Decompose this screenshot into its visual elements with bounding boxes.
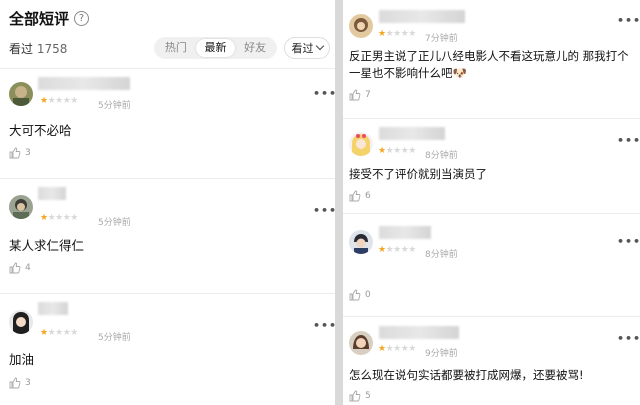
comment-time: 8分钟前 bbox=[425, 250, 458, 260]
comments-header: 全部短评 ? bbox=[9, 8, 90, 29]
rating-stars: ★★★★★ bbox=[40, 213, 78, 223]
thumbs-up-icon bbox=[349, 390, 361, 402]
comment-time: 7分钟前 bbox=[425, 34, 458, 44]
sort-tabs: 热门 最新 好友 bbox=[154, 37, 277, 59]
like-count: 6 bbox=[365, 191, 371, 201]
thumbs-up-icon bbox=[9, 262, 21, 274]
rating-stars: ★★★★★ bbox=[378, 146, 416, 156]
comment-item: ★★★★★ 5分钟前 ••• 加油 3 bbox=[0, 293, 335, 405]
comment-text: 加油 bbox=[9, 352, 35, 367]
comment-time: 8分钟前 bbox=[425, 151, 458, 161]
avatar[interactable] bbox=[9, 310, 33, 334]
like-count: 3 bbox=[25, 148, 31, 158]
username-redacted[interactable] bbox=[379, 10, 465, 23]
avatar[interactable] bbox=[9, 82, 33, 106]
rating-stars: ★★★★★ bbox=[378, 344, 416, 354]
avatar[interactable] bbox=[349, 230, 373, 254]
avatar[interactable] bbox=[349, 331, 373, 355]
comment-item: ★★★★★ 7分钟前 ••• 反正男主说了正儿八经电影人不看这玩意儿的 那我打个… bbox=[343, 0, 640, 118]
rating-stars: ★★★★★ bbox=[378, 29, 416, 39]
username-redacted[interactable] bbox=[379, 326, 459, 339]
like-button[interactable]: 5 bbox=[349, 390, 371, 402]
more-dots-icon[interactable]: ••• bbox=[617, 134, 640, 147]
tab-hot[interactable]: 热门 bbox=[156, 39, 196, 57]
rating-stars: ★★★★★ bbox=[40, 96, 78, 106]
username-redacted[interactable] bbox=[38, 302, 68, 315]
username-redacted[interactable] bbox=[379, 127, 445, 140]
like-count: 0 bbox=[365, 290, 371, 300]
more-dots-icon[interactable]: ••• bbox=[617, 14, 640, 27]
username-redacted[interactable] bbox=[38, 187, 66, 200]
comment-item: ★★★★★ 9分钟前 ••• 怎么现在说句实话都要被打成网爆，还要被骂! 5 bbox=[343, 316, 640, 405]
like-button[interactable]: 4 bbox=[9, 262, 31, 274]
thumbs-up-icon bbox=[9, 147, 21, 159]
comment-text: 大可不必哈 bbox=[9, 123, 72, 138]
comment-time: 5分钟前 bbox=[98, 218, 131, 228]
more-dots-icon[interactable]: ••• bbox=[617, 235, 640, 248]
like-button[interactable]: 3 bbox=[9, 147, 31, 159]
thumbs-up-icon bbox=[349, 89, 361, 101]
comment-item: ★★★★★ 5分钟前 ••• 大可不必哈 3 bbox=[0, 68, 335, 178]
tab-latest[interactable]: 最新 bbox=[195, 39, 236, 57]
username-redacted[interactable] bbox=[38, 77, 130, 90]
avatar[interactable] bbox=[349, 14, 373, 38]
avatar[interactable] bbox=[9, 195, 33, 219]
left-panel: 全部短评 ? 看过 1758 热门 最新 好友 看过 ★★★★★ 5分钟前 ••… bbox=[0, 0, 335, 405]
comment-text: 反正男主说了正儿八经电影人不看这玩意儿的 那我打个 bbox=[349, 49, 629, 63]
right-panel: ★★★★★ 7分钟前 ••• 反正男主说了正儿八经电影人不看这玩意儿的 那我打个… bbox=[343, 0, 640, 405]
comment-item: ★★★★★ 8分钟前 ••• 0 bbox=[343, 213, 640, 316]
tab-friends[interactable]: 好友 bbox=[235, 39, 275, 57]
comment-item: ★★★★★ 5分钟前 ••• 某人求仁得仁 4 bbox=[0, 178, 335, 293]
comment-time: 5分钟前 bbox=[98, 101, 131, 111]
help-icon[interactable]: ? bbox=[74, 11, 90, 26]
comment-time: 9分钟前 bbox=[425, 349, 458, 359]
like-button[interactable]: 3 bbox=[9, 377, 31, 389]
chevron-down-icon bbox=[315, 41, 324, 51]
more-dots-icon[interactable]: ••• bbox=[313, 204, 335, 217]
comment-text: 接受不了评价就别当演员了 bbox=[349, 167, 487, 181]
comment-text: 某人求仁得仁 bbox=[9, 238, 85, 253]
seen-number: 1758 bbox=[36, 42, 68, 56]
like-button[interactable]: 6 bbox=[349, 190, 371, 202]
like-button[interactable]: 0 bbox=[349, 289, 371, 301]
comment-text: 怎么现在说句实话都要被打成网爆，还要被骂! bbox=[349, 368, 584, 382]
filter-dropdown[interactable]: 看过 bbox=[284, 37, 330, 59]
more-dots-icon[interactable]: ••• bbox=[313, 87, 335, 100]
avatar[interactable] bbox=[349, 132, 373, 156]
like-count: 3 bbox=[25, 378, 31, 388]
more-dots-icon[interactable]: ••• bbox=[313, 319, 335, 332]
comment-item: ★★★★★ 8分钟前 ••• 接受不了评价就别当演员了 6 bbox=[343, 118, 640, 213]
like-count: 5 bbox=[365, 391, 371, 401]
username-redacted[interactable] bbox=[379, 226, 431, 239]
more-dots-icon[interactable]: ••• bbox=[617, 332, 640, 345]
seen-count: 看过 1758 bbox=[9, 40, 67, 57]
rating-stars: ★★★★★ bbox=[378, 245, 416, 255]
rating-stars: ★★★★★ bbox=[40, 328, 78, 338]
like-count: 4 bbox=[25, 263, 31, 273]
seen-label: 看过 bbox=[9, 42, 34, 56]
filter-label: 看过 bbox=[291, 42, 314, 55]
thumbs-up-icon bbox=[9, 377, 21, 389]
thumbs-up-icon bbox=[349, 289, 361, 301]
like-button[interactable]: 7 bbox=[349, 89, 371, 101]
thumbs-up-icon bbox=[349, 190, 361, 202]
comment-text-line2: 一星也不影响什么吧🐶 bbox=[349, 66, 467, 80]
comment-time: 5分钟前 bbox=[98, 333, 131, 343]
like-count: 7 bbox=[365, 90, 371, 100]
section-title: 全部短评 bbox=[9, 10, 70, 28]
